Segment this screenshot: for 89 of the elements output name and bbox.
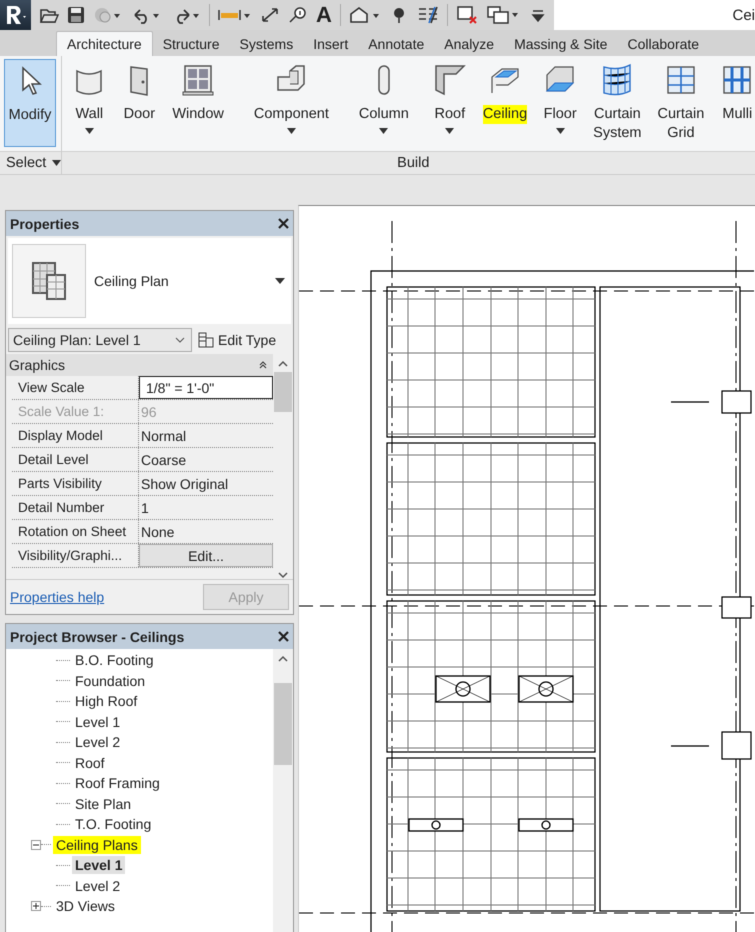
collapse-icon[interactable] bbox=[259, 361, 267, 369]
tree-item[interactable]: Site Plan bbox=[72, 794, 134, 813]
ribbon-tool-button[interactable]: Modify bbox=[4, 59, 56, 147]
scroll-thumb[interactable] bbox=[274, 683, 292, 765]
edit-type-icon bbox=[198, 332, 214, 348]
ribbon-tab[interactable]: Insert bbox=[303, 32, 358, 56]
property-name: Display Model bbox=[12, 424, 139, 447]
dropdown-caret-icon bbox=[556, 128, 565, 134]
property-value: 96 bbox=[140, 402, 157, 422]
tree-item[interactable]: Foundation bbox=[72, 672, 148, 690]
app-menu-button[interactable] bbox=[0, 0, 31, 30]
window-icon bbox=[181, 63, 216, 97]
property-name: Rotation on Sheet bbox=[12, 520, 139, 543]
tree-item[interactable]: High Roof bbox=[72, 692, 140, 710]
scrollbar[interactable] bbox=[273, 649, 293, 932]
scroll-down-icon[interactable] bbox=[277, 571, 289, 579]
ribbon-tool-button[interactable]: Window bbox=[166, 59, 230, 148]
scroll-up-icon[interactable] bbox=[277, 360, 289, 368]
close-icon[interactable] bbox=[278, 218, 289, 229]
scroll-thumb[interactable] bbox=[274, 372, 292, 412]
ribbon-tool-button[interactable]: Column bbox=[352, 59, 415, 148]
property-name: Detail Number bbox=[12, 496, 139, 519]
ribbon-tool-button[interactable]: Wall bbox=[66, 59, 112, 148]
thin-lines-icon[interactable] bbox=[416, 6, 439, 24]
ribbon-tool-button[interactable]: Door bbox=[116, 59, 162, 148]
ribbon-tool-button[interactable]: Component bbox=[248, 59, 335, 148]
tree-item[interactable]: Level 2 bbox=[72, 876, 124, 895]
save-icon[interactable] bbox=[66, 6, 85, 24]
ribbon-tool-button[interactable]: Roof bbox=[426, 59, 473, 148]
ribbon-tab[interactable]: Systems bbox=[230, 32, 304, 56]
property-value: Normal bbox=[140, 426, 186, 446]
property-name: Scale Value 1: bbox=[12, 400, 139, 423]
type-name: Ceiling Plan bbox=[94, 273, 170, 289]
property-value: Coarse bbox=[140, 450, 186, 470]
ribbon-tool-button[interactable]: Floor bbox=[537, 59, 584, 148]
tree-item[interactable]: 3D Views bbox=[53, 897, 118, 916]
tree-item[interactable]: Level 1 bbox=[72, 712, 124, 731]
open-icon[interactable] bbox=[38, 6, 59, 24]
dropdown-caret-icon bbox=[286, 128, 296, 134]
ribbon-tool-button[interactable]: Curtain Grid bbox=[652, 59, 710, 148]
panel-label[interactable]: Build bbox=[397, 155, 430, 171]
ribbon-tool-button[interactable]: Ceiling bbox=[476, 59, 534, 148]
tree-item[interactable]: Roof Framing bbox=[72, 774, 163, 792]
property-name: Detail Level bbox=[12, 448, 139, 471]
close-icon[interactable] bbox=[278, 631, 289, 642]
property-value: 1 bbox=[140, 498, 149, 518]
ribbon-tab[interactable]: Analyze bbox=[434, 32, 504, 56]
dropdown-caret-icon bbox=[379, 128, 388, 134]
edit-button[interactable]: Edit... bbox=[139, 544, 273, 567]
ribbon-tab[interactable]: Massing & Site bbox=[504, 32, 618, 56]
ribbon-tab[interactable]: Collaborate bbox=[617, 32, 710, 56]
text-tool-icon[interactable]: A bbox=[316, 4, 332, 26]
ribbon-tab[interactable]: Architecture bbox=[56, 31, 153, 56]
ribbon-tool-button[interactable]: Curtain System bbox=[587, 59, 648, 148]
window-title: Cei bbox=[732, 6, 755, 24]
roof-icon bbox=[432, 63, 467, 97]
tree-item[interactable]: T.O. Footing bbox=[72, 815, 154, 834]
tree-item[interactable]: Roof bbox=[72, 754, 108, 772]
ribbon-tab[interactable]: Structure bbox=[152, 32, 230, 56]
panel-title: Project Browser - Ceilings bbox=[10, 628, 184, 644]
type-selector[interactable]: Ceiling Plan bbox=[8, 238, 291, 324]
scroll-up-icon[interactable] bbox=[277, 655, 289, 663]
collapse-icon[interactable] bbox=[31, 840, 41, 850]
ribbon-tab[interactable]: Annotate bbox=[358, 32, 434, 56]
chevron-down-icon bbox=[175, 337, 185, 343]
tree-item[interactable]: Ceiling Plans bbox=[53, 836, 141, 854]
expand-icon[interactable] bbox=[31, 901, 41, 912]
dropdown-caret-icon bbox=[275, 278, 285, 284]
house-icon[interactable] bbox=[348, 6, 381, 24]
ribbon-tool-button[interactable]: Mulli bbox=[714, 59, 755, 148]
tag-icon[interactable] bbox=[288, 6, 308, 24]
dropdown-caret-icon bbox=[52, 160, 62, 166]
property-value: Show Original bbox=[140, 474, 228, 494]
close-windows-icon[interactable] bbox=[456, 5, 478, 25]
instance-dropdown[interactable]: Ceiling Plan: Level 1 bbox=[8, 328, 192, 352]
dropdown-caret-icon bbox=[445, 128, 454, 134]
aligned-dimension-icon[interactable] bbox=[260, 6, 280, 24]
property-name: Parts Visibility bbox=[12, 472, 139, 495]
tree-item[interactable]: B.O. Footing bbox=[72, 651, 157, 670]
dropdown-caret-icon bbox=[84, 128, 94, 134]
panel-title: Properties bbox=[10, 216, 80, 232]
edit-type-button[interactable]: Edit Type bbox=[198, 332, 276, 348]
section-header: Graphics bbox=[9, 357, 66, 373]
properties-help-link[interactable]: Properties help bbox=[10, 589, 104, 605]
property-value-field[interactable]: 1/8" = 1'-0" bbox=[139, 376, 273, 399]
tree-item[interactable]: Level 1 bbox=[72, 856, 126, 874]
tree-item[interactable]: Level 2 bbox=[72, 733, 124, 752]
sync-icon[interactable] bbox=[92, 6, 121, 24]
property-value: None bbox=[140, 522, 174, 542]
